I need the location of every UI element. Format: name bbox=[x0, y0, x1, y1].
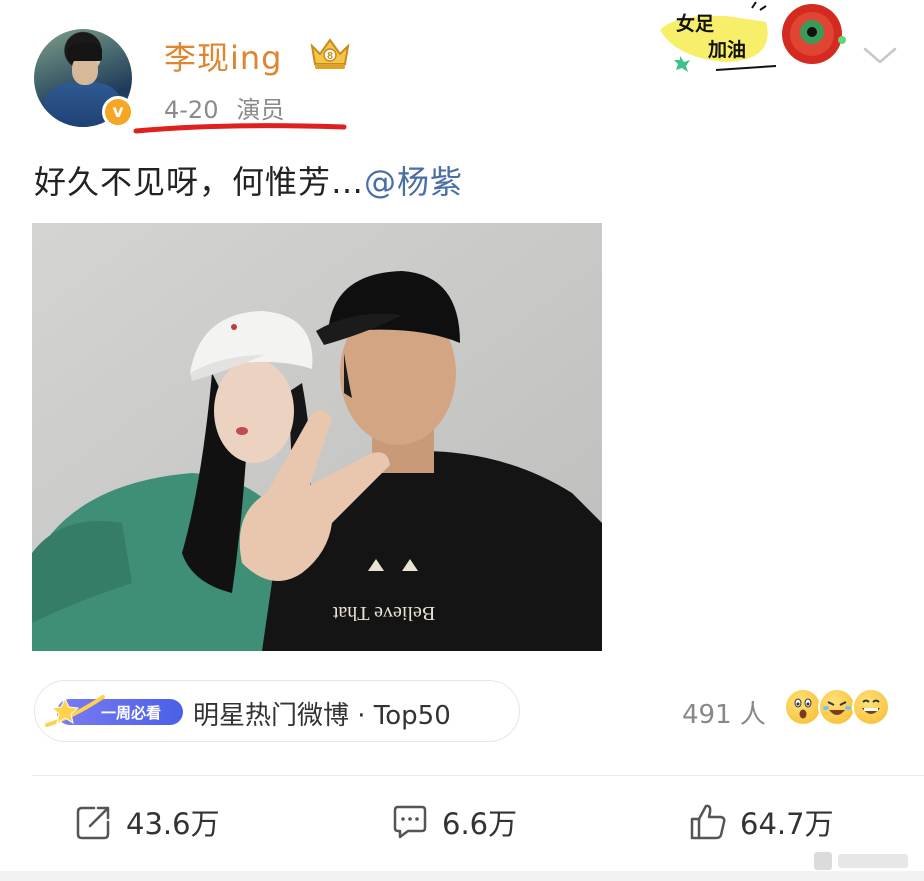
sticker-line1: 女足 bbox=[676, 12, 715, 35]
shirt-print-text: Believe That bbox=[332, 602, 435, 624]
womens-football-sticker: 女足 加油 bbox=[660, 1, 846, 72]
grinning-emoji-icon[interactable] bbox=[852, 688, 890, 726]
weekly-must-see-badge: 一周必看 bbox=[45, 695, 183, 727]
share-count: 43.6万 bbox=[126, 807, 220, 841]
comment-button[interactable]: 6.6万 bbox=[390, 800, 517, 844]
surprised-emoji-icon[interactable] bbox=[784, 688, 822, 726]
share-button[interactable]: 43.6万 bbox=[74, 800, 220, 844]
svg-text:8: 8 bbox=[327, 51, 333, 62]
share-icon bbox=[76, 806, 110, 840]
comment-icon bbox=[393, 805, 427, 839]
post-photo[interactable]: Believe That bbox=[32, 223, 602, 651]
bottom-bar bbox=[0, 871, 924, 881]
sticker-line2: 加油 bbox=[707, 39, 746, 61]
thumbs-up-icon bbox=[690, 804, 726, 840]
like-count: 64.7万 bbox=[740, 807, 834, 841]
chevron-down-icon[interactable] bbox=[862, 42, 898, 68]
red-underline-annotation bbox=[133, 123, 347, 134]
hot-list-label: 明星热门微博 · Top50 bbox=[193, 701, 451, 731]
post-text: 好久不见呀，何惟芳…@杨紫 bbox=[34, 157, 463, 203]
post-text-main: 好久不见呀，何惟芳… bbox=[34, 163, 365, 201]
username[interactable]: 李现ing bbox=[164, 33, 283, 79]
divider bbox=[32, 775, 924, 776]
pill-badge-label: 一周必看 bbox=[101, 704, 161, 722]
hot-list-pill[interactable]: 一周必看 明星热门微博 · Top50 bbox=[34, 680, 520, 742]
verified-badge-icon: v bbox=[102, 96, 134, 128]
like-button[interactable]: 64.7万 bbox=[688, 800, 834, 844]
reaction-count[interactable]: 491 人 bbox=[682, 694, 766, 731]
laughing-rolling-emoji-icon[interactable] bbox=[818, 688, 856, 726]
crown-badge-icon[interactable]: 8 bbox=[308, 34, 352, 72]
avatar-hat bbox=[68, 43, 102, 61]
mention-link[interactable]: @杨紫 bbox=[364, 163, 463, 201]
comment-count: 6.6万 bbox=[442, 807, 518, 841]
